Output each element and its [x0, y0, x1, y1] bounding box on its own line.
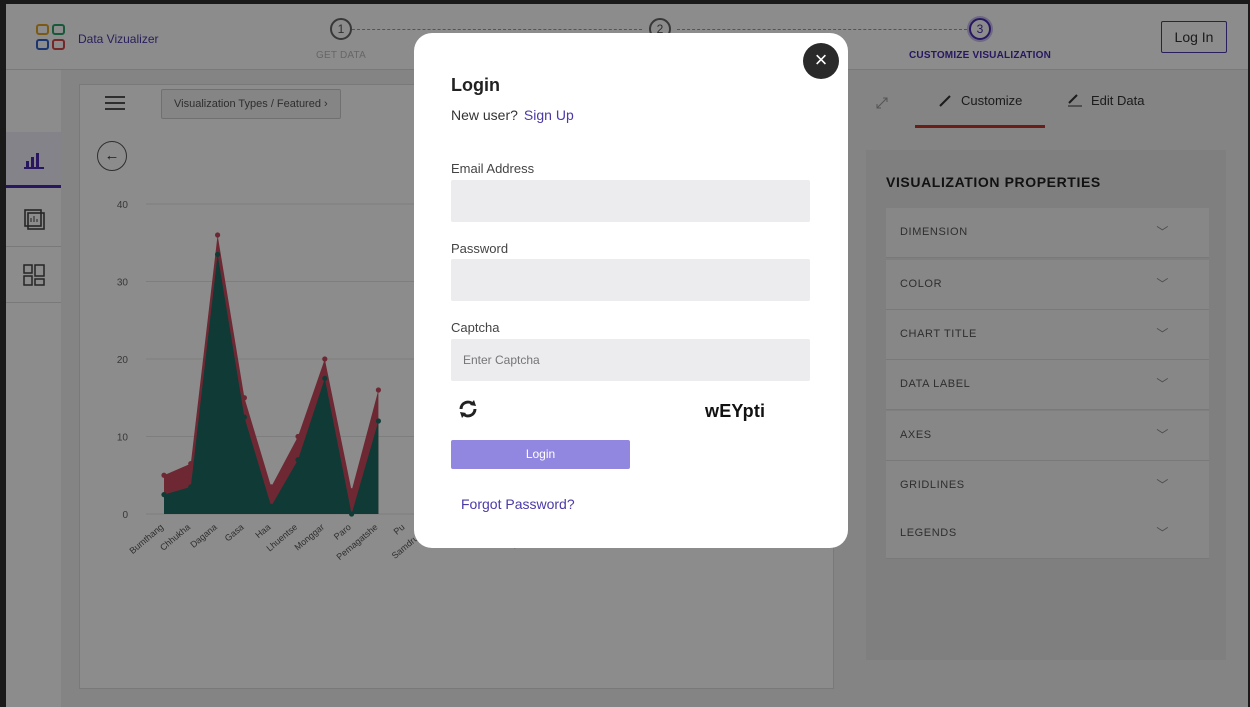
captcha-text: wEYpti [705, 401, 766, 421]
new-user-text: New user? Sign Up [451, 107, 574, 123]
forgot-password-link[interactable]: Forgot Password? [461, 496, 575, 512]
refresh-icon[interactable] [456, 397, 480, 421]
password-label: Password [451, 241, 509, 256]
new-user-label: New user? [451, 107, 518, 123]
captcha-label: Captcha [451, 320, 500, 335]
password-field[interactable] [451, 259, 810, 301]
close-icon[interactable]: × [803, 43, 839, 79]
modal-title: Login [451, 75, 500, 95]
login-button[interactable]: Login [451, 440, 630, 469]
login-modal: Login New user? Sign Up Email Address Pas… [414, 33, 848, 548]
captcha-input[interactable] [451, 339, 810, 381]
sign-up-link[interactable]: Sign Up [524, 107, 574, 123]
email-label: Email Address [451, 161, 535, 176]
email-field[interactable] [451, 180, 810, 222]
